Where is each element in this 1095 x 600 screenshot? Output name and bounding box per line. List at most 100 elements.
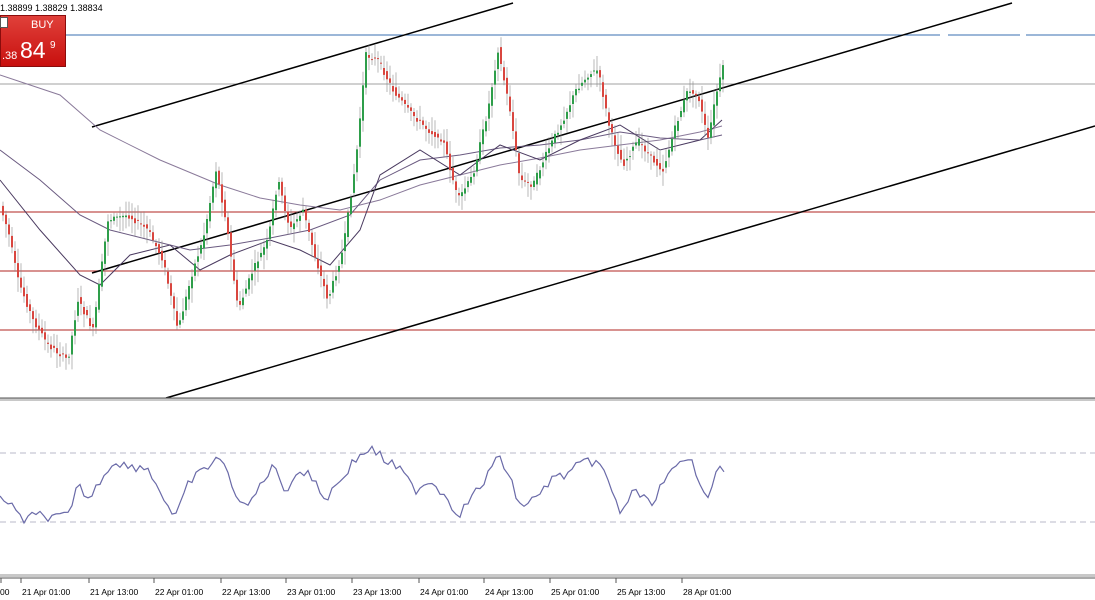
candle-body [494, 70, 496, 85]
buy-price-main: 84 [20, 37, 46, 63]
candle-body [155, 242, 157, 247]
candle-body [98, 283, 100, 310]
candle-body [575, 89, 577, 96]
candle-body [47, 342, 49, 344]
candle-body [35, 318, 37, 328]
candle-body [176, 311, 178, 326]
candle-body [173, 296, 175, 309]
candle-body [410, 107, 412, 111]
axis-separator[interactable] [0, 574, 1095, 577]
candle-body [221, 184, 223, 203]
candle-body [269, 226, 271, 240]
candle-body [524, 180, 526, 182]
buy-button[interactable]: BUY .38 84 9 [0, 15, 66, 67]
candle-body [533, 180, 535, 187]
candle-body [515, 131, 517, 151]
candle-body [179, 320, 181, 325]
candle-body [629, 156, 631, 158]
candle-body [566, 111, 568, 119]
candle-body [62, 353, 64, 355]
candle-body [335, 276, 337, 281]
channel-upper-line[interactable] [91, 2, 514, 128]
candle-body [308, 222, 310, 232]
candle-body [71, 335, 73, 355]
channel-lower-line[interactable] [165, 125, 1095, 399]
candle-body [389, 78, 391, 83]
candle-body [425, 125, 427, 129]
candle-body [29, 304, 31, 311]
candle-body [542, 162, 544, 168]
candle-body [332, 280, 334, 293]
candle-body [362, 85, 364, 121]
time-axis-label: 25 Apr 13:00 [617, 587, 666, 597]
lot-size-field[interactable] [0, 17, 8, 28]
candle-body [563, 120, 565, 124]
candle-body [365, 52, 367, 88]
candle-body [452, 167, 454, 181]
candle-body [137, 219, 139, 221]
buy-price-prefix: .38 [2, 50, 18, 62]
candle-body [650, 154, 652, 156]
candle-body [617, 145, 619, 154]
candle-body [5, 214, 7, 225]
candle-body [449, 153, 451, 171]
candle-body [287, 211, 289, 223]
candle-body [263, 247, 265, 255]
candle-body [227, 217, 229, 234]
candle-body [218, 170, 220, 185]
candle-body [536, 172, 538, 185]
candle-body [428, 129, 430, 133]
candle-body [260, 252, 262, 258]
candle-body [686, 91, 688, 101]
candle-body [356, 149, 358, 173]
candle-body [467, 181, 469, 188]
candle-body [395, 87, 397, 96]
candle-body [590, 74, 592, 77]
candle-body [383, 68, 385, 75]
candle-body [74, 320, 76, 336]
candle-body [458, 193, 460, 196]
candle-body [20, 277, 22, 288]
candle-body [236, 279, 238, 301]
candle-body [509, 96, 511, 112]
candle-body [473, 173, 475, 177]
candle-body [164, 260, 166, 268]
candle-body [59, 354, 61, 357]
candle-body [305, 209, 307, 221]
candle-body [668, 149, 670, 158]
candle-body [557, 132, 559, 135]
time-axis-label: 21 Apr 01:00 [22, 587, 71, 597]
candle-body [659, 163, 661, 170]
candle-body [521, 175, 523, 181]
candle-body [560, 125, 562, 130]
candle-body [497, 52, 499, 70]
time-axis-label: 21 Apr 13:00 [90, 587, 139, 597]
chart-window[interactable]: 1.38899 1.38829 1.38834 BUY .38 84 9 00 2… [0, 0, 1095, 600]
candle-body [641, 144, 643, 146]
candle-body [359, 118, 361, 147]
candle-body [104, 241, 106, 264]
one-click-trading-panel[interactable]: BUY .38 84 9 [0, 15, 66, 67]
candle-body [665, 161, 667, 168]
candle-body [56, 348, 58, 354]
candle-body [638, 138, 640, 146]
candle-body [701, 99, 703, 112]
candle-body [17, 263, 19, 278]
candle-body [77, 301, 79, 316]
price-chart[interactable] [0, 0, 1095, 600]
candle-body [101, 261, 103, 287]
candle-body [146, 224, 148, 229]
candle-body [230, 232, 232, 257]
candle-body [653, 155, 655, 163]
candle-body [323, 278, 325, 287]
candle-body [518, 153, 520, 174]
candle-body [698, 96, 700, 102]
candle-body [248, 278, 250, 290]
candle-body [122, 215, 124, 218]
candle-body [581, 82, 583, 86]
candle-body [599, 70, 601, 78]
candle-body [578, 88, 580, 91]
candle-body [488, 103, 490, 119]
candle-body [140, 223, 142, 225]
candle-body [548, 148, 550, 154]
